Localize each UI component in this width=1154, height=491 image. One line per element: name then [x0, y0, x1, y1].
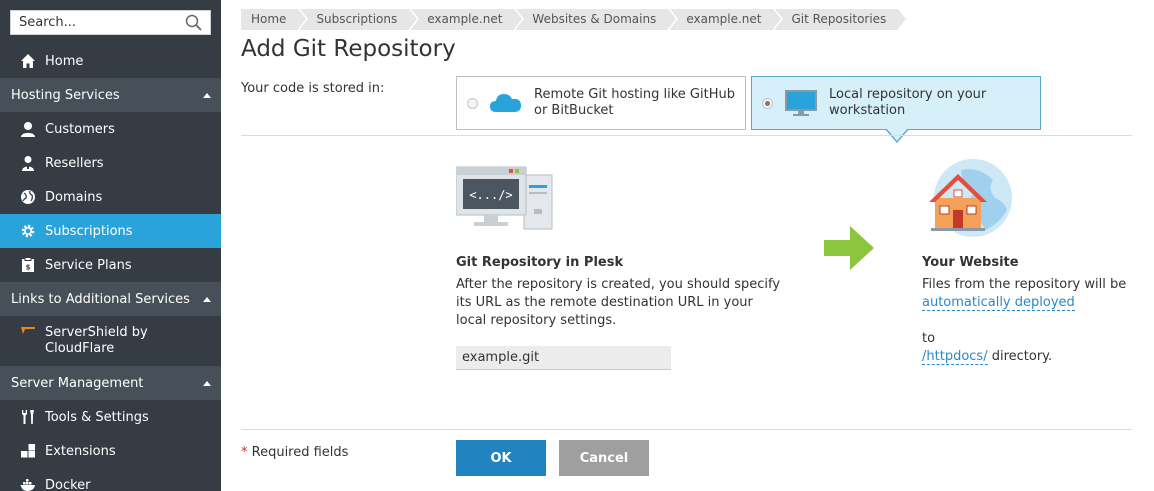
option-remote-label: Remote Git hosting like GitHub or BitBuc…: [534, 87, 735, 118]
gear-icon: [20, 223, 36, 239]
home-icon: [20, 53, 36, 69]
sidebar-item-label: Docker: [45, 477, 91, 491]
tools-icon: [20, 409, 36, 425]
ok-button[interactable]: OK: [456, 440, 546, 476]
breadcrumb-item-websites-domains[interactable]: Websites & Domains: [516, 9, 677, 30]
sidebar-item-extensions[interactable]: Extensions: [0, 434, 221, 468]
sidebar-item-label: ServerShield by CloudFlare: [45, 325, 148, 356]
sidebar-item-home[interactable]: Home: [0, 44, 221, 78]
repository-name-input[interactable]: [456, 346, 671, 370]
httpdocs-link[interactable]: /httpdocs/: [922, 349, 988, 365]
search-box[interactable]: [10, 10, 211, 35]
sidebar-item-tools-settings[interactable]: Tools & Settings: [0, 400, 221, 434]
storage-location-label: Your code is stored in:: [241, 81, 385, 96]
radio-remote[interactable]: [467, 97, 478, 109]
breadcrumb-item-home[interactable]: Home: [241, 9, 307, 30]
plan-icon: $: [20, 257, 36, 273]
to-text: to: [922, 331, 936, 346]
sidebar-item-label: Domains: [45, 189, 103, 205]
sidebar-nav: Home Hosting Services Customers Reseller…: [0, 44, 221, 491]
option-local-repository[interactable]: Local repository on your workstation: [751, 76, 1041, 130]
section-hosting-services[interactable]: Hosting Services: [0, 78, 221, 112]
sidebar-item-label: Subscriptions: [45, 223, 133, 239]
sidebar-item-servershield[interactable]: ServerShield by CloudFlare: [0, 316, 221, 366]
website-title: Your Website: [922, 255, 1019, 270]
plesk-repo-description: After the repository is created, you sho…: [456, 277, 781, 328]
website-description: Files from the repository will be automa…: [922, 276, 1137, 366]
main-content: Home Subscriptions example.net Websites …: [221, 0, 1154, 491]
cancel-button[interactable]: Cancel: [559, 440, 649, 476]
globe-icon: [20, 189, 36, 205]
sidebar-item-label: Service Plans: [45, 257, 132, 273]
radio-local[interactable]: [762, 97, 773, 109]
breadcrumb-item-domain[interactable]: example.net: [670, 9, 782, 30]
sidebar-item-label: Tools & Settings: [45, 409, 149, 425]
directory-suffix: directory.: [987, 349, 1053, 364]
sidebar-item-docker[interactable]: Docker: [0, 468, 221, 491]
cloudflare-icon: [20, 325, 36, 341]
search-icon[interactable]: [185, 14, 202, 31]
sidebar-item-domains[interactable]: Domains: [0, 180, 221, 214]
sidebar-item-label: Resellers: [45, 155, 104, 171]
breadcrumb-item-subscriptions[interactable]: Subscriptions: [300, 9, 418, 30]
collapse-caret-icon[interactable]: [203, 92, 211, 98]
cloud-icon: [490, 94, 521, 112]
section-label: Hosting Services: [11, 87, 120, 103]
breadcrumb-item-git-repositories[interactable]: Git Repositories: [775, 9, 907, 30]
svg-text:$: $: [26, 264, 31, 272]
plesk-repo-title: Git Repository in Plesk: [456, 255, 624, 270]
section-links-additional-services[interactable]: Links to Additional Services: [0, 282, 221, 316]
sidebar: Home Hosting Services Customers Reseller…: [0, 0, 221, 491]
section-server-management[interactable]: Server Management: [0, 366, 221, 400]
divider: [241, 429, 1132, 430]
auto-deploy-link[interactable]: automatically deployed: [922, 295, 1075, 311]
breadcrumb-item-subscription[interactable]: example.net: [411, 9, 523, 30]
sidebar-item-label: Extensions: [45, 443, 116, 459]
arrow-right-icon: [824, 226, 874, 270]
divider: [241, 135, 1132, 136]
search-input[interactable]: [11, 11, 181, 34]
website-description-text: Files from the repository will be: [922, 277, 1127, 292]
docker-icon: [20, 477, 36, 491]
sidebar-item-customers[interactable]: Customers: [0, 112, 221, 146]
section-label: Links to Additional Services: [11, 291, 190, 307]
sidebar-item-subscriptions[interactable]: Subscriptions: [0, 214, 221, 248]
website-house-illustration: [929, 159, 1012, 237]
extensions-icon: [20, 443, 36, 459]
user-icon: [20, 121, 36, 137]
option-remote-hosting[interactable]: Remote Git hosting like GitHub or BitBuc…: [456, 76, 746, 130]
reseller-icon: [20, 155, 36, 171]
sidebar-item-service-plans[interactable]: $ Service Plans: [0, 248, 221, 282]
sidebar-item-label: Home: [45, 53, 84, 69]
option-local-label: Local repository on your workstation: [829, 87, 987, 118]
required-fields-note: * Required fields: [241, 445, 348, 460]
collapse-caret-icon[interactable]: [203, 296, 211, 302]
breadcrumb: Home Subscriptions example.net Websites …: [241, 9, 907, 30]
sidebar-item-label: Customers: [45, 121, 115, 137]
sidebar-item-resellers[interactable]: Resellers: [0, 146, 221, 180]
monitor-icon: [785, 90, 817, 116]
server-code-illustration: <.../>: [456, 166, 553, 230]
page-title: Add Git Repository: [241, 36, 456, 62]
required-label: Required fields: [247, 445, 349, 460]
collapse-caret-icon[interactable]: [203, 380, 211, 386]
section-label: Server Management: [11, 375, 144, 391]
code-glyph: <.../>: [469, 188, 512, 202]
